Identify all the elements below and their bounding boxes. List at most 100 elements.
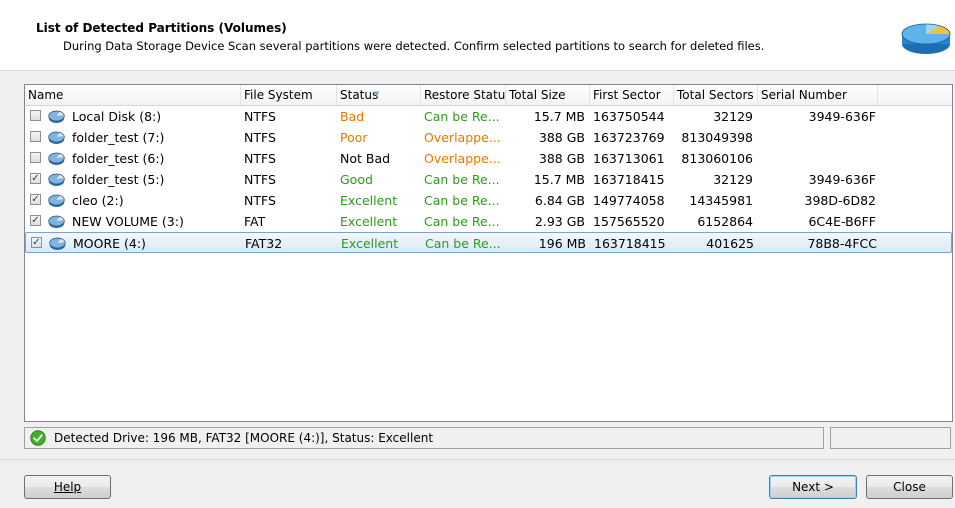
cell-serial bbox=[758, 148, 876, 169]
row-checkbox[interactable]: ✓ bbox=[30, 173, 41, 184]
row-checkbox[interactable] bbox=[30, 131, 41, 142]
column-header-serial-number[interactable]: Serial Number bbox=[758, 85, 878, 105]
cell-first: 163750544 bbox=[593, 109, 665, 124]
column-header-restore-status[interactable]: Restore Statu bbox=[421, 85, 506, 105]
cell-size: 388 GB bbox=[538, 151, 585, 166]
cell-sectors: 401625 bbox=[706, 236, 754, 251]
cell-restore: Can be Re... bbox=[424, 214, 500, 229]
partition-disk-icon bbox=[48, 131, 65, 144]
row-checkbox[interactable] bbox=[30, 110, 41, 121]
cell-status: Excellent bbox=[340, 193, 398, 208]
cell-fs: FAT bbox=[244, 214, 266, 229]
table-row[interactable]: ✓ NEW VOLUME (3:) FAT Excellent Can be Re...… bbox=[25, 211, 952, 232]
cell-restore: Overlappe... bbox=[424, 130, 501, 145]
status-panel: Detected Drive: 196 MB, FAT32 [MOORE (4:… bbox=[24, 427, 824, 449]
row-checkbox[interactable] bbox=[30, 152, 41, 163]
table-row[interactable]: ✓ cleo (2:) NTFS Excellent Can be Re... 6.84 … bbox=[25, 190, 952, 211]
cell-sectors: 14345981 bbox=[689, 193, 753, 208]
table-row[interactable]: Local Disk (8:) NTFS Bad Can be Re... 15.7 M… bbox=[25, 106, 952, 127]
close-button-label: Close bbox=[893, 480, 926, 494]
partition-disk-icon bbox=[48, 215, 65, 228]
cell-fs: NTFS bbox=[244, 130, 276, 145]
cell-restore: Can be Re... bbox=[424, 109, 500, 124]
page-description: During Data Storage Device Scan several … bbox=[63, 39, 765, 53]
cell-restore: Can be Re... bbox=[424, 172, 500, 187]
cell-serial: 78B8-4FCC bbox=[807, 236, 877, 251]
partition-disk-icon bbox=[48, 152, 65, 165]
cell-serial bbox=[758, 127, 876, 148]
cell-restore: Overlappe... bbox=[424, 151, 501, 166]
column-header-name[interactable]: Name bbox=[25, 85, 241, 105]
sort-arrow-icon: ▼ bbox=[374, 90, 380, 98]
column-header-file-system[interactable]: File System bbox=[241, 85, 337, 105]
next-button-label: Next > bbox=[792, 480, 834, 494]
cell-sectors: 32129 bbox=[713, 172, 753, 187]
cell-size: 15.7 MB bbox=[533, 172, 585, 187]
cell-sectors: 813060106 bbox=[681, 151, 753, 166]
status-bar: Detected Drive: 196 MB, FAT32 [MOORE (4:… bbox=[24, 427, 951, 449]
column-header-first-sector[interactable]: First Sector bbox=[590, 85, 674, 105]
cell-fs: FAT32 bbox=[245, 236, 283, 251]
page-title: List of Detected Partitions (Volumes) bbox=[36, 21, 287, 35]
row-checkbox[interactable]: ✓ bbox=[30, 194, 41, 205]
cell-size: 388 GB bbox=[538, 130, 585, 145]
table-row[interactable]: ✓ folder_test (5:) NTFS Good Can be Re... 15.… bbox=[25, 169, 952, 190]
status-side-panel bbox=[830, 427, 951, 449]
table-row[interactable]: ✓ MOORE (4:) FAT32 Excellent Can be Re... 196… bbox=[25, 232, 952, 253]
check-circle-icon bbox=[30, 430, 46, 446]
cell-status: Bad bbox=[340, 109, 365, 124]
cell-first: 163723769 bbox=[593, 130, 665, 145]
partition-disk-icon bbox=[48, 173, 65, 186]
footer-divider bbox=[0, 459, 955, 460]
cell-status: Excellent bbox=[340, 214, 398, 229]
help-button-label: Help bbox=[53, 480, 82, 494]
help-button[interactable]: Help bbox=[24, 475, 111, 499]
cell-size: 15.7 MB bbox=[533, 109, 585, 124]
cell-restore: Can be Re... bbox=[424, 193, 500, 208]
next-button[interactable]: Next > bbox=[769, 475, 857, 499]
cell-first: 163713061 bbox=[593, 151, 665, 166]
partition-name: cleo (2:) bbox=[72, 193, 124, 208]
partition-disk-icon bbox=[48, 110, 65, 123]
cell-size: 196 MB bbox=[538, 236, 586, 251]
partition-disk-icon bbox=[49, 237, 66, 250]
cell-status: Not Bad bbox=[340, 151, 391, 166]
cell-status: Poor bbox=[340, 130, 368, 145]
cell-serial: 398D-6D82 bbox=[804, 193, 876, 208]
table-row[interactable]: folder_test (6:) NTFS Not Bad Overlappe... 3… bbox=[25, 148, 952, 169]
row-checkbox[interactable]: ✓ bbox=[31, 237, 42, 248]
column-header-total-size[interactable]: Total Size bbox=[506, 85, 590, 105]
disk-chart-icon bbox=[901, 23, 951, 54]
cell-serial: 6C4E-B6FF bbox=[808, 214, 876, 229]
partition-name: NEW VOLUME (3:) bbox=[72, 214, 184, 229]
table-header: Name File System Status ▼ Restore Statu … bbox=[25, 85, 952, 106]
column-header-status-label: Status bbox=[340, 88, 379, 102]
cell-size: 2.93 GB bbox=[534, 214, 585, 229]
column-header-filler bbox=[878, 85, 952, 105]
cell-sectors: 32129 bbox=[713, 109, 753, 124]
partition-name: folder_test (6:) bbox=[72, 151, 165, 166]
table-row[interactable]: folder_test (7:) NTFS Poor Overlappe... 388 … bbox=[25, 127, 952, 148]
cell-size: 6.84 GB bbox=[534, 193, 585, 208]
column-header-status[interactable]: Status ▼ bbox=[337, 85, 421, 105]
partition-name: Local Disk (8:) bbox=[72, 109, 162, 124]
partition-disk-icon bbox=[48, 194, 65, 207]
cell-status: Excellent bbox=[341, 236, 399, 251]
row-checkbox[interactable]: ✓ bbox=[30, 215, 41, 226]
cell-first: 149774058 bbox=[593, 193, 665, 208]
cell-first: 157565520 bbox=[593, 214, 665, 229]
partition-name: MOORE (4:) bbox=[73, 236, 146, 251]
cell-serial: 3949-636F bbox=[808, 109, 876, 124]
cell-status: Good bbox=[340, 172, 373, 187]
cell-fs: NTFS bbox=[244, 109, 276, 124]
cell-fs: NTFS bbox=[244, 151, 276, 166]
close-button[interactable]: Close bbox=[866, 475, 953, 499]
partition-table[interactable]: Name File System Status ▼ Restore Statu … bbox=[24, 84, 953, 422]
cell-first: 163718415 bbox=[594, 236, 666, 251]
cell-fs: NTFS bbox=[244, 172, 276, 187]
cell-first: 163718415 bbox=[593, 172, 665, 187]
status-text: Detected Drive: 196 MB, FAT32 [MOORE (4:… bbox=[54, 431, 434, 445]
cell-fs: NTFS bbox=[244, 193, 276, 208]
wizard-header: List of Detected Partitions (Volumes) Du… bbox=[0, 0, 955, 71]
column-header-total-sectors[interactable]: Total Sectors bbox=[674, 85, 758, 105]
